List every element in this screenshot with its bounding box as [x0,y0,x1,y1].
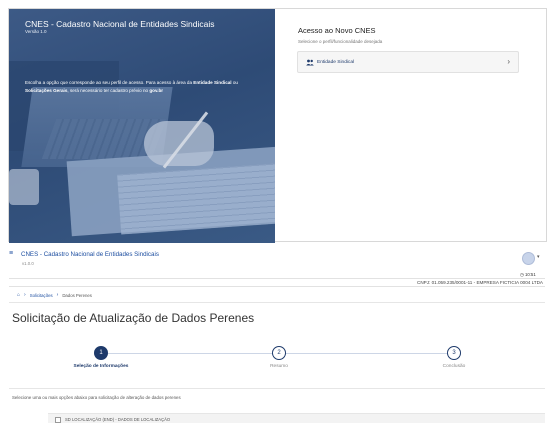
step-1-marker[interactable]: 1 [94,346,108,360]
stepper-connector [108,353,274,354]
access-title: Acesso ao Novo CNES [298,26,376,35]
user-avatar[interactable] [522,252,535,265]
app-version: v1.0.0 [22,261,34,266]
company-cnpj: CNPJ: 01.059.235/0001-11 - EMPRESA FICTI… [417,280,543,285]
access-subtitle: Selecione o perfil/funcionalidade deseja… [298,39,383,44]
step-2-label: Resumo [270,364,288,369]
chevron-right-icon: › [56,292,59,298]
hero-photo-cup [9,169,39,205]
chevron-right-icon: › [24,292,26,298]
company-bar: CNPJ: 01.059.235/0001-11 - EMPRESA FICTI… [9,278,545,287]
divider [9,388,545,389]
session-time-value: 10:51 [524,272,536,277]
access-header: Acesso ao Novo CNES Selecione o perfil/f… [298,26,382,44]
chevron-right-icon: › [507,57,510,66]
breadcrumb: ⌂ › Solicitações › Dados Perenes [17,292,92,298]
option-label: SD LOCALIZAÇÃO (END) - DADOS DE LOCALIZA… [65,417,171,422]
divider [9,302,545,303]
chevron-down-icon[interactable]: ▾ [537,254,540,260]
option-checkbox[interactable] [55,417,61,423]
step-2-marker[interactable]: 2 [272,346,286,360]
entity-sindical-label: Entidade Sindical [317,60,355,65]
login-intro-text: Escolha a opção que corresponde ao seu p… [25,80,238,93]
hero-banner: CNES - Cadastro Nacional de Entidades Si… [9,9,275,243]
entity-sindical-option[interactable]: Entidade Sindical › [297,51,519,73]
login-version: Versão 1.0 [25,29,47,34]
stepper: 1 2 3 Seleção de Informações Resumo Conc… [9,340,545,380]
clock-icon: ◷ [520,272,524,277]
option-row[interactable]: SD LOCALIZAÇÃO (END) - DADOS DE LOCALIZA… [48,413,545,423]
users-icon [306,59,314,66]
home-icon[interactable]: ⌂ [17,292,20,298]
app-title: CNES - Cadastro Nacional de Entidades Si… [21,251,159,258]
selection-instruction: Selecione uma ou mais opções abaixo para… [12,395,181,400]
page-title: Solicitação de Atualização de Dados Pere… [12,311,255,325]
login-panel: CNES - Cadastro Nacional de Entidades Si… [8,8,547,243]
hero-photo-hand [144,121,214,166]
hero-photo-document [117,163,275,235]
hamburger-menu-icon[interactable]: ≡ [9,250,13,257]
breadcrumb-solicitacoes[interactable]: Solicitações [30,293,53,298]
breadcrumb-current: Dados Perenes [62,292,92,298]
stepper-connector [286,353,454,354]
login-app-title: CNES - Cadastro Nacional de Entidades Si… [25,19,215,29]
step-1-label: Seleção de Informações [73,364,129,369]
step-3-marker[interactable]: 3 [447,346,461,360]
step-3-label: Conclusão [442,364,466,369]
